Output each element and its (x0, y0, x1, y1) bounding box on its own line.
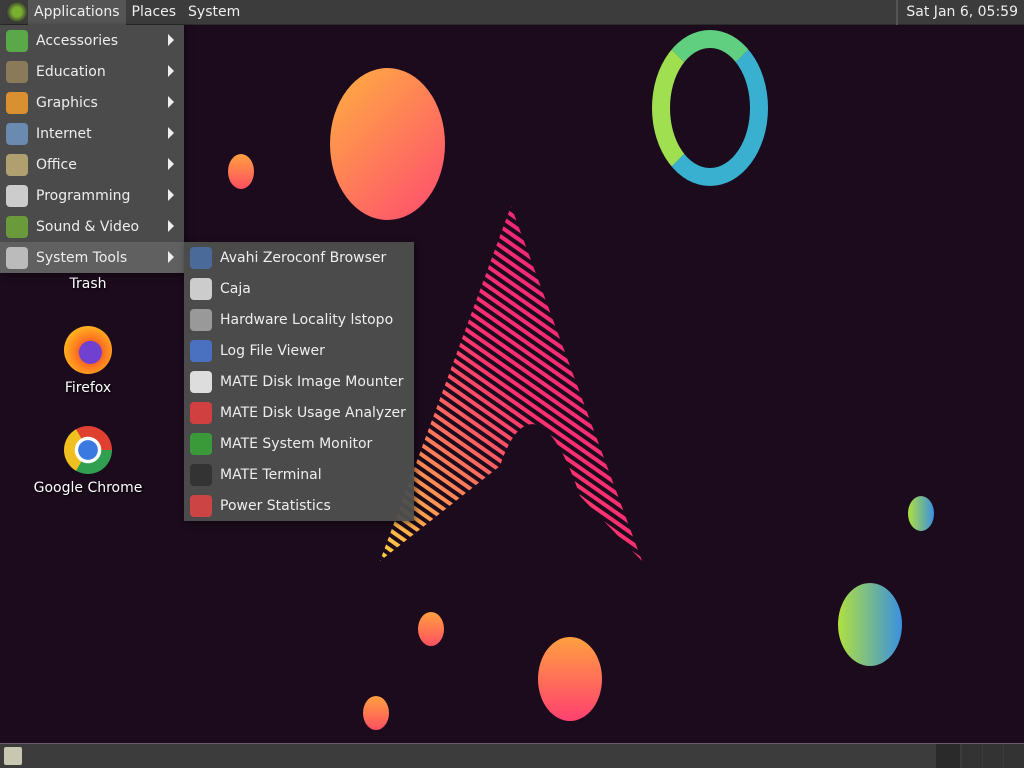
menu-item-programming[interactable]: Programming (0, 180, 184, 211)
disk-usage-icon (190, 401, 212, 424)
programming-icon (6, 184, 28, 207)
desktop-icon-chrome[interactable]: Google Chrome (28, 426, 148, 496)
applications-dropdown: Accessories Education Graphics Internet Offi… (0, 25, 184, 273)
menu-item-label: Avahi Zeroconf Browser (220, 249, 387, 266)
menu-item-internet[interactable]: Internet (0, 118, 184, 149)
gear-icon (6, 246, 28, 269)
system-menu[interactable]: System (182, 0, 246, 25)
menu-item-label: Internet (36, 125, 92, 142)
workspace-4[interactable] (1004, 744, 1024, 768)
terminal-icon (190, 463, 212, 486)
system-tools-submenu: Avahi Zeroconf Browser Caja Hardware Local… (184, 242, 414, 521)
log-viewer-icon (190, 339, 212, 362)
avahi-icon (190, 246, 212, 269)
menu-item-label: Sound & Video (36, 218, 140, 235)
menu-item-label: Log File Viewer (220, 342, 325, 359)
menu-item-accessories[interactable]: Accessories (0, 25, 184, 56)
graphics-icon (6, 91, 28, 114)
desktop-icon-firefox[interactable]: Firefox (28, 326, 148, 396)
desktop-icon-trash[interactable]: Trash (28, 276, 148, 292)
menu-item-mate-terminal[interactable]: MATE Terminal (184, 459, 414, 490)
menu-item-label: Programming (36, 187, 131, 204)
accessories-icon (6, 29, 28, 52)
mate-logo-icon (6, 1, 28, 23)
hardware-icon (190, 308, 212, 331)
chrome-label: Google Chrome (33, 480, 143, 496)
applications-menu[interactable]: Applications (28, 0, 126, 25)
chevron-right-icon (168, 127, 174, 139)
menu-item-mate-disk-image-mounter[interactable]: MATE Disk Image Mounter (184, 366, 414, 397)
office-icon (6, 153, 28, 176)
clock[interactable]: Sat Jan 6, 05:59 (896, 0, 1018, 25)
top-panel: Applications Places System Sat Jan 6, 05… (0, 0, 1024, 25)
menu-item-education[interactable]: Education (0, 56, 184, 87)
menu-item-system-tools[interactable]: System Tools (0, 242, 184, 273)
disk-image-icon (190, 370, 212, 393)
chevron-right-icon (168, 251, 174, 263)
menu-item-label: System Tools (36, 249, 128, 266)
internet-icon (6, 122, 28, 145)
menu-item-log-file-viewer[interactable]: Log File Viewer (184, 335, 414, 366)
education-icon (6, 60, 28, 83)
show-desktop-icon[interactable] (4, 747, 22, 765)
menu-item-sound-video[interactable]: Sound & Video (0, 211, 184, 242)
menu-item-hardware-locality-lstopo[interactable]: Hardware Locality lstopo (184, 304, 414, 335)
chevron-right-icon (168, 158, 174, 170)
chevron-right-icon (168, 220, 174, 232)
firefox-label: Firefox (64, 380, 112, 396)
power-statistics-icon (190, 494, 212, 517)
chevron-right-icon (168, 189, 174, 201)
menu-item-label: MATE System Monitor (220, 435, 373, 452)
bottom-panel (0, 743, 1024, 768)
menu-item-label: MATE Disk Image Mounter (220, 373, 404, 390)
menu-item-label: Education (36, 63, 106, 80)
menu-item-caja[interactable]: Caja (184, 273, 414, 304)
menu-item-avahi-zeroconf-browser[interactable]: Avahi Zeroconf Browser (184, 242, 414, 273)
menu-item-label: Caja (220, 280, 251, 297)
trash-label: Trash (69, 276, 107, 292)
places-menu[interactable]: Places (126, 0, 183, 25)
sound-video-icon (6, 215, 28, 238)
menu-item-office[interactable]: Office (0, 149, 184, 180)
menu-item-label: Graphics (36, 94, 98, 111)
menu-item-label: Accessories (36, 32, 119, 49)
workspace-2[interactable] (962, 744, 982, 768)
workspace-1[interactable] (936, 744, 960, 768)
menu-item-label: Power Statistics (220, 497, 331, 514)
menu-item-power-statistics[interactable]: Power Statistics (184, 490, 414, 521)
chevron-right-icon (168, 34, 174, 46)
chrome-icon (64, 426, 112, 474)
menu-item-mate-system-monitor[interactable]: MATE System Monitor (184, 428, 414, 459)
firefox-icon (64, 326, 112, 374)
menu-item-label: Office (36, 156, 77, 173)
system-monitor-icon (190, 432, 212, 455)
menu-item-mate-disk-usage-analyzer[interactable]: MATE Disk Usage Analyzer (184, 397, 414, 428)
chevron-right-icon (168, 65, 174, 77)
file-cabinet-icon (190, 277, 212, 300)
menu-item-label: MATE Terminal (220, 466, 322, 483)
menu-item-label: MATE Disk Usage Analyzer (220, 404, 406, 421)
chevron-right-icon (168, 96, 174, 108)
menu-item-label: Hardware Locality lstopo (220, 311, 394, 328)
workspace-3[interactable] (983, 744, 1003, 768)
menu-item-graphics[interactable]: Graphics (0, 87, 184, 118)
